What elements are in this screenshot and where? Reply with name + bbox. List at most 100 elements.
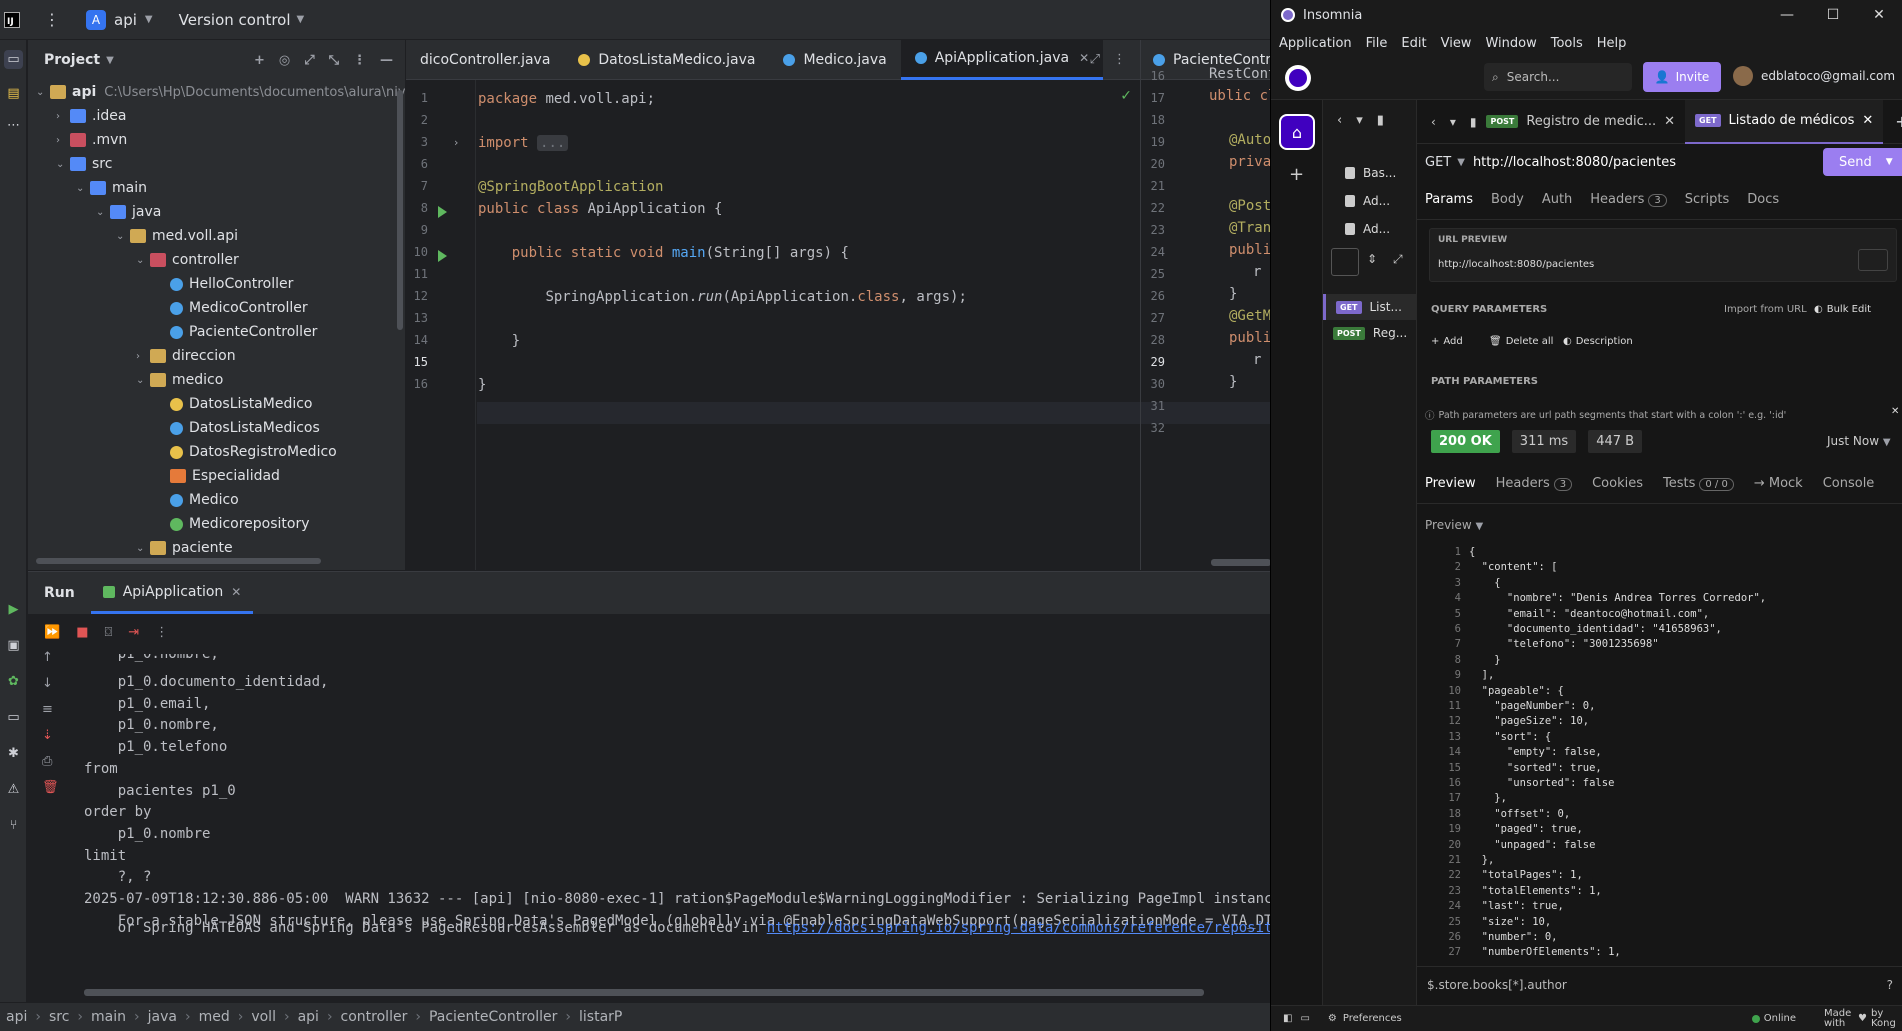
menu-help[interactable]: Help — [1597, 36, 1627, 51]
sidebar-item[interactable]: Ad... — [1323, 216, 1417, 242]
main-menu-icon[interactable]: ⋮ — [44, 10, 60, 29]
tree-item--mvn[interactable]: › .mvn — [56, 128, 127, 152]
chevron-down-icon[interactable]: ⌄ — [96, 207, 110, 218]
breadcrumb-item[interactable]: med — [199, 1009, 230, 1025]
breadcrumb-item[interactable]: java — [148, 1009, 177, 1025]
print-icon[interactable]: ⎙ — [42, 754, 52, 769]
maximize-editor-icon[interactable]: ⤢ — [1090, 52, 1100, 67]
tree-item-pacientecontroller[interactable]: PacienteController — [156, 320, 317, 344]
debug-bug-icon[interactable]: ✱ — [4, 744, 23, 763]
send-button[interactable]: Send ▼ — [1823, 148, 1902, 176]
run-main-gutter-icon[interactable] — [438, 250, 447, 262]
code-line-main[interactable]: public static void main(String[] args) { — [478, 242, 849, 264]
breadcrumb-item[interactable]: src — [49, 1009, 69, 1025]
scroll-down-icon[interactable]: ↓ — [42, 676, 53, 691]
locate-target-icon[interactable]: ◎ — [279, 53, 290, 68]
add-param-button[interactable]: + Add — [1431, 336, 1463, 347]
code-fragment[interactable]: } — [1229, 374, 1237, 390]
project-vertical-scrollbar[interactable] — [397, 90, 403, 330]
help-icon[interactable]: ? — [1887, 978, 1893, 992]
tree-item-main[interactable]: ⌄ main — [76, 176, 147, 200]
git-branch-icon[interactable]: ⑂ — [4, 816, 23, 835]
breadcrumb-item[interactable]: controller — [341, 1009, 408, 1025]
breadcrumb-item[interactable]: voll — [251, 1009, 276, 1025]
response-tab-headers[interactable]: Headers 3 — [1496, 476, 1573, 491]
no-problems-check-icon[interactable]: ✓ — [1120, 88, 1132, 104]
chevron-down-icon[interactable]: ⌄ — [136, 375, 150, 386]
chevron-right-icon[interactable]: › — [56, 135, 70, 146]
breadcrumb-item[interactable]: main — [91, 1009, 126, 1025]
toggle-sidebar-icon[interactable]: ◧ — [1283, 1013, 1292, 1024]
scroll-up-icon[interactable]: ↑ — [42, 650, 53, 665]
fold-chevron-icon[interactable]: › — [454, 136, 458, 149]
code-fragment[interactable]: priva — [1229, 154, 1270, 170]
tree-item-api[interactable]: ⌄ api C:\Users\Hp\Documents\documentos\alu… — [36, 80, 405, 104]
description-toggle[interactable]: ◐ Description — [1563, 336, 1633, 347]
menu-edit[interactable]: Edit — [1401, 36, 1426, 51]
code-line-package[interactable]: package med.voll.api; — [478, 88, 655, 110]
soft-wrap-icon[interactable]: ≡ — [42, 702, 53, 717]
exit-icon[interactable]: ⇥ — [128, 625, 139, 640]
back-chevron-icon[interactable]: ‹ — [1337, 113, 1342, 128]
chevron-down-icon[interactable]: ⌄ — [136, 543, 150, 554]
sidebar-item[interactable]: Ad... — [1323, 188, 1417, 214]
close-icon[interactable]: ✕ — [1079, 51, 1089, 65]
sidebar-filter-box[interactable] — [1331, 248, 1359, 276]
invite-button[interactable]: 👤 Invite — [1643, 62, 1721, 92]
tab-scripts[interactable]: Scripts — [1685, 192, 1729, 207]
tree-item-hellocontroller[interactable]: HelloController — [156, 272, 293, 296]
breadcrumb-item[interactable]: listarP — [579, 1009, 622, 1025]
response-tab-cookies[interactable]: Cookies — [1592, 476, 1643, 491]
sidebar-request[interactable]: GET List... — [1323, 294, 1417, 320]
code-line-brace-outer[interactable]: } — [478, 374, 486, 396]
code-fragment[interactable]: publi — [1229, 242, 1270, 258]
online-status[interactable]: Online — [1751, 1013, 1796, 1024]
response-filter-input[interactable]: $.store.books[*].author? — [1417, 966, 1902, 1002]
tree-item-medicocontroller[interactable]: MedicoController — [156, 296, 308, 320]
more-kebab-icon[interactable]: ⋮ — [155, 625, 168, 640]
tab-docs[interactable]: Docs — [1747, 192, 1779, 207]
rerun-icon[interactable]: ⏩ — [44, 625, 60, 640]
response-history-dropdown[interactable]: Just Now ▼ — [1827, 434, 1891, 448]
options-kebab-icon[interactable]: ⋮ — [353, 53, 366, 68]
folded-imports[interactable]: ... — [537, 135, 569, 151]
tree-item-direccion[interactable]: › direccion — [136, 344, 236, 368]
add-icon[interactable]: + — [254, 53, 265, 68]
code-fragment[interactable]: @Tran — [1229, 220, 1270, 236]
tab-dicocontroller-java[interactable]: dicoController.java — [406, 40, 564, 80]
code-line-annotation[interactable]: @SpringBootApplication — [478, 176, 663, 198]
insomnia-home-logo[interactable] — [1285, 64, 1311, 91]
user-menu[interactable]: edblatoco@gmail.com▼ — [1733, 66, 1902, 86]
tab-apiapplication-java[interactable]: ApiApplication.java ✕ — [900, 39, 1104, 80]
response-tab-console[interactable]: Console — [1823, 476, 1875, 491]
split-editor-scrollbar[interactable] — [1211, 559, 1270, 566]
close-window-button[interactable]: ✕ — [1856, 7, 1902, 23]
method-selector[interactable]: GET — [1425, 155, 1451, 170]
toggle-panel-icon[interactable]: ▭ — [1300, 1013, 1309, 1024]
close-icon[interactable]: ✕ — [1862, 113, 1873, 128]
expand-all-icon[interactable]: ⤢ — [304, 53, 314, 68]
chevron-down-icon[interactable]: ⌄ — [56, 159, 70, 170]
menu-window[interactable]: Window — [1485, 36, 1536, 51]
home-button[interactable]: ⌂ — [1279, 114, 1315, 150]
new-tab-icon[interactable]: + — [1895, 112, 1902, 131]
delete-all-button[interactable]: 🗑 Delete all — [1489, 336, 1553, 347]
tree-item-medicorepository[interactable]: Medicorepository — [156, 512, 310, 536]
chevron-right-icon[interactable]: › — [136, 351, 150, 362]
minimize-button[interactable]: — — [1764, 7, 1810, 23]
copy-icon[interactable] — [1858, 249, 1888, 271]
code-fragment[interactable]: RestCont — [1209, 66, 1270, 82]
sidebar-item[interactable]: Bas... — [1323, 160, 1417, 186]
code-fragment[interactable]: } — [1229, 286, 1237, 302]
tree-item-paciente[interactable]: ⌄ paciente — [136, 536, 233, 560]
code-fragment[interactable]: @GetM — [1229, 308, 1270, 324]
request-tab[interactable]: POST Registro de medic... ✕ — [1476, 100, 1685, 144]
import-from-url-button[interactable]: Import from URL — [1724, 304, 1807, 315]
sort-icon[interactable]: ⇕ — [1367, 252, 1377, 266]
code-fragment[interactable]: r — [1253, 352, 1261, 368]
more-tools-icon[interactable]: ⋯ — [4, 116, 23, 135]
collapse-all-icon[interactable]: ⤡ — [329, 53, 339, 68]
tree-item-medico[interactable]: Medico — [156, 488, 239, 512]
tree-item-datosregistromedico[interactable]: DatosRegistroMedico — [156, 440, 337, 464]
version-control-menu[interactable]: Version control ▼ — [179, 11, 305, 29]
